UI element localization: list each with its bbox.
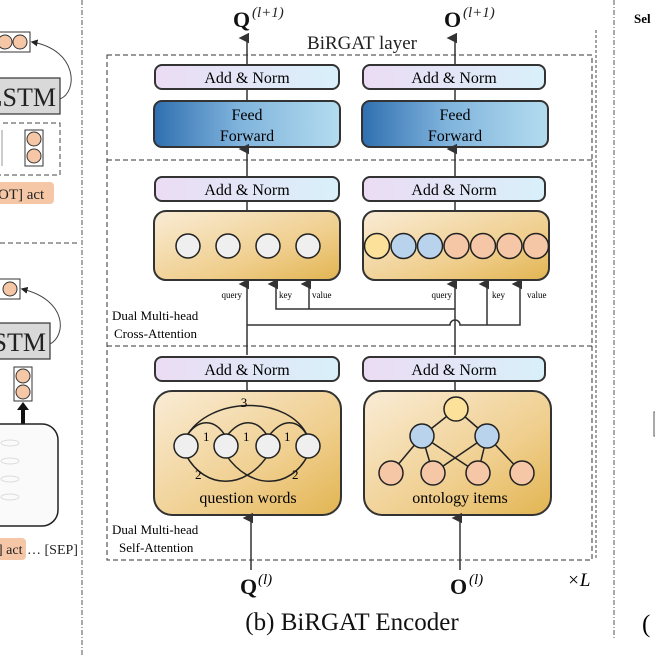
query-label-left: query: [222, 290, 243, 300]
output-q-base: Q: [233, 7, 250, 32]
input-q-sup: (l): [258, 572, 272, 588]
lstm-label-bottom: STM: [0, 328, 46, 357]
embedding-node: [12, 34, 28, 50]
encoder-caption: (b) BiRGAT Encoder: [245, 609, 459, 636]
birgat-encoder: BiRGAT layer Q (l+1) O (l+1) Add & Norm …: [106, 5, 593, 636]
question-word-node: [173, 433, 199, 459]
lstm-label-top: LSTM: [0, 83, 56, 112]
input-q-label: Q (l): [240, 572, 272, 599]
value-node: [509, 460, 535, 486]
edge-label-top: 3: [241, 395, 248, 410]
feed-forward-right-line2: Forward: [428, 128, 482, 145]
edge-label-adj3: 1: [284, 429, 291, 444]
ffn-block-left: Add & Norm Feed Forward: [153, 64, 341, 148]
value-label-right: value: [527, 290, 547, 300]
token-text-bottom-highlight: ] act: [0, 543, 23, 558]
question-node: [295, 233, 321, 259]
feed-forward-left-line2: Forward: [220, 128, 274, 145]
embedding-node: [0, 34, 13, 50]
edge-label-skip-left: 2: [195, 467, 202, 482]
value-node: [465, 460, 491, 486]
column-node: [409, 423, 435, 449]
input-o-sup: (l): [469, 572, 483, 588]
key-label-right: key: [492, 290, 505, 300]
token-text-top: OT] act: [0, 187, 45, 203]
edge-label-adj2: 1: [243, 429, 250, 444]
cross-attention-label-line2: Cross-Attention: [114, 326, 198, 341]
hidden-node: [26, 131, 42, 147]
add-norm-self-left-label: Add & Norm: [204, 362, 290, 379]
cross-attention-label-line1: Dual Multi-head: [112, 308, 199, 323]
value-node: [496, 232, 523, 260]
value-node: [522, 232, 550, 260]
question-word-node: [295, 433, 321, 459]
cross-attention-right: Add & Norm: [362, 176, 550, 281]
hidden-node: [15, 384, 31, 400]
question-word-node: [255, 433, 281, 459]
add-norm-cross-left-label: Add & Norm: [204, 182, 290, 199]
repeat-label: ×L: [567, 570, 590, 591]
add-norm-ffn-right-label: Add & Norm: [411, 70, 497, 87]
value-node: [378, 460, 404, 486]
question-node: [255, 233, 281, 259]
column-node: [390, 232, 417, 260]
self-attention-right: Add & Norm ontology items: [362, 356, 552, 516]
feed-forward-left-line1: Feed: [231, 107, 262, 124]
input-q-base: Q: [240, 574, 257, 599]
add-norm-cross-right-label: Add & Norm: [411, 182, 497, 199]
column-node: [474, 423, 500, 449]
cross-attention-left: Add & Norm: [153, 176, 341, 281]
birgat-diagram: LSTM OT] act STM ] act … [SEP]: [0, 0, 655, 655]
output-o-base: O: [444, 7, 461, 32]
ontology-items-caption: ontology items: [412, 490, 508, 507]
feed-forward-right-line1: Feed: [439, 107, 470, 124]
self-attention-left: Add & Norm 3 1 1 1 2 2 question words: [153, 356, 342, 516]
self-attention-label-line1: Dual Multi-head: [112, 522, 199, 537]
output-q-sup: (l+1): [252, 5, 284, 21]
column-node: [416, 232, 444, 260]
embedding-node: [2, 281, 18, 297]
value-node: [420, 460, 446, 486]
add-norm-ffn-left-label: Add & Norm: [204, 70, 290, 87]
hidden-node: [26, 148, 42, 164]
output-o-label: O (l+1): [444, 5, 495, 32]
right-panel-caption-fragment: (: [642, 611, 650, 638]
edge-label-skip-right: 2: [292, 467, 299, 482]
self-attention-label-line2: Self-Attention: [119, 540, 194, 555]
query-label-right: query: [432, 290, 453, 300]
birgat-layer-title: BiRGAT layer: [307, 33, 418, 54]
table-node: [443, 396, 469, 422]
left-panel: LSTM OT] act STM ] act … [SEP]: [0, 31, 78, 560]
value-label-left: value: [312, 290, 332, 300]
input-o-base: O: [450, 574, 467, 599]
question-words-caption: question words: [199, 490, 296, 507]
hidden-node: [15, 368, 31, 384]
right-panel: Sel (: [595, 11, 655, 638]
question-word-node: [213, 433, 239, 459]
output-q-label: Q (l+1): [233, 5, 284, 32]
key-label-left: key: [279, 290, 292, 300]
right-panel-top-text: Sel: [634, 11, 651, 26]
value-node: [443, 232, 470, 260]
question-node: [175, 233, 201, 259]
edge-label-adj1: 1: [203, 429, 210, 444]
add-norm-self-right-label: Add & Norm: [411, 362, 497, 379]
token-text-bottom-rest: … [SEP]: [27, 543, 78, 558]
table-node: [363, 232, 391, 260]
output-o-sup: (l+1): [463, 5, 495, 21]
plm-encoder-box: [0, 423, 59, 527]
question-node: [215, 233, 241, 259]
ffn-block-right: Add & Norm Feed Forward: [361, 64, 549, 148]
value-node: [469, 232, 497, 260]
input-o-label: O (l): [450, 572, 483, 599]
